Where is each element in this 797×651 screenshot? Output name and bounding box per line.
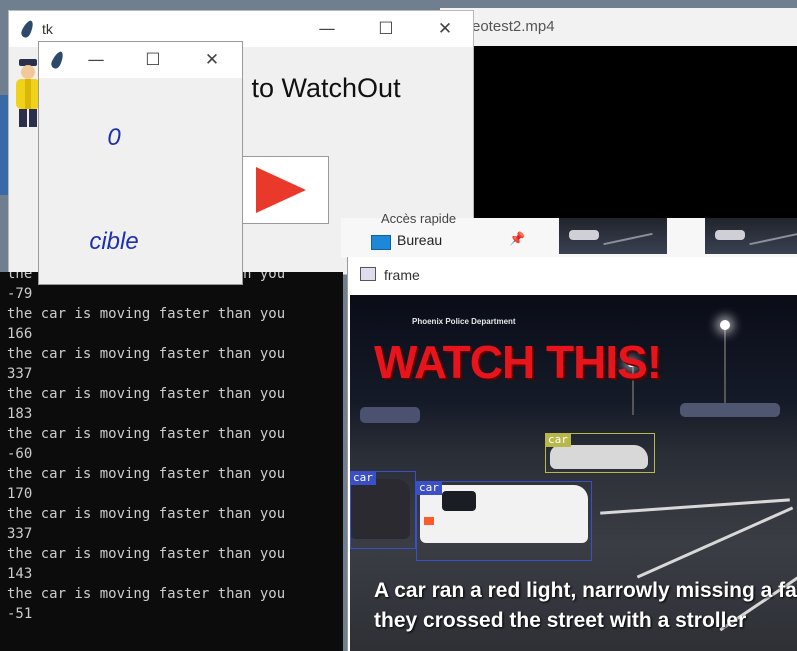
frame-titlebar[interactable]: frame — [348, 257, 797, 294]
detection-label: car — [350, 471, 376, 485]
tk-main-maximize-button[interactable]: ☐ — [371, 17, 401, 41]
video-window-title: eotest2.mp4 — [472, 18, 555, 35]
welcome-text: e to WatchOut — [229, 73, 401, 103]
detection-label: car — [416, 481, 442, 495]
play-icon — [256, 167, 306, 213]
console-line: the car is moving faster than you — [7, 546, 286, 562]
console-line: 170 — [7, 486, 33, 502]
console-line: the car is moving faster than you — [7, 306, 286, 322]
console-line: 337 — [7, 366, 33, 382]
console-line: the car is moving faster than you — [7, 506, 286, 522]
parking-line — [636, 506, 794, 579]
parking-line — [600, 498, 790, 515]
tk-main-minimize-button[interactable]: — — [312, 17, 342, 41]
detection-box — [416, 481, 592, 561]
tk-counter-minimize-button[interactable]: — — [81, 48, 111, 72]
console-output[interactable]: the car is moving faster than you -79 th… — [0, 272, 343, 651]
tk-main-close-button[interactable]: ✕ — [430, 17, 460, 41]
console-line: -79 — [7, 286, 33, 302]
street-lamp — [720, 320, 730, 330]
detection-label: car — [545, 433, 571, 447]
frame-window[interactable]: frame car car car Phoenix Police Departm… — [347, 257, 797, 651]
tk-feather-icon — [19, 18, 36, 40]
console-line: 143 — [7, 566, 33, 582]
console-line: the car is moving faster than you — [7, 346, 286, 362]
video-window-titlebar[interactable]: eotest2.mp4 — [440, 8, 797, 46]
tk-main-title: tk — [42, 21, 53, 37]
frame-window-title: frame — [384, 267, 420, 283]
quick-access-item[interactable]: Accès rapide — [381, 211, 456, 226]
frame-window-icon — [360, 267, 376, 281]
play-button[interactable] — [239, 156, 329, 224]
tk-counter-close-button[interactable]: ✕ — [197, 48, 227, 72]
console-line: the car is moving faster than you — [7, 466, 286, 482]
console-line: 166 — [7, 326, 33, 342]
video-player-window[interactable]: eotest2.mp4 — [440, 8, 797, 218]
source-label: Phoenix Police Department — [412, 317, 516, 326]
console-line: -60 — [7, 446, 33, 462]
console-line: the car is moving faster than you — [7, 426, 286, 442]
tk-counter-titlebar[interactable]: — ☐ ✕ — [39, 42, 242, 78]
counter-value: 0 — [107, 124, 121, 151]
caption-line: A car ran a red light, narrowly missing … — [374, 579, 797, 602]
background-cars — [680, 403, 780, 417]
file-explorer-window[interactable]: Accès rapide Bureau 📌 — [341, 211, 797, 258]
console-line: 337 — [7, 526, 33, 542]
caption-line: they crossed the street with a stroller — [374, 609, 747, 632]
tk-counter-maximize-button[interactable]: ☐ — [138, 48, 168, 72]
console-line: 183 — [7, 406, 33, 422]
console-line: the car is moving faster than you — [7, 586, 286, 602]
desktop-folder-label[interactable]: Bureau — [397, 232, 442, 248]
console-line: the car is moving faster than you — [7, 386, 286, 402]
headline-text: WATCH THIS! — [374, 336, 662, 388]
pin-icon: 📌 — [509, 232, 526, 247]
console-line: -51 — [7, 606, 33, 622]
target-label: cible — [89, 228, 139, 255]
detection-frame-image: car car car Phoenix Police Department WA… — [350, 295, 797, 651]
tk-feather-icon — [49, 49, 66, 71]
desktop-folder-icon — [371, 235, 391, 250]
video-thumbnail[interactable] — [705, 218, 797, 254]
background-cars — [360, 407, 420, 423]
tk-counter-window[interactable]: — ☐ ✕ 0 cible — [38, 41, 243, 285]
video-thumbnail[interactable] — [559, 218, 667, 254]
